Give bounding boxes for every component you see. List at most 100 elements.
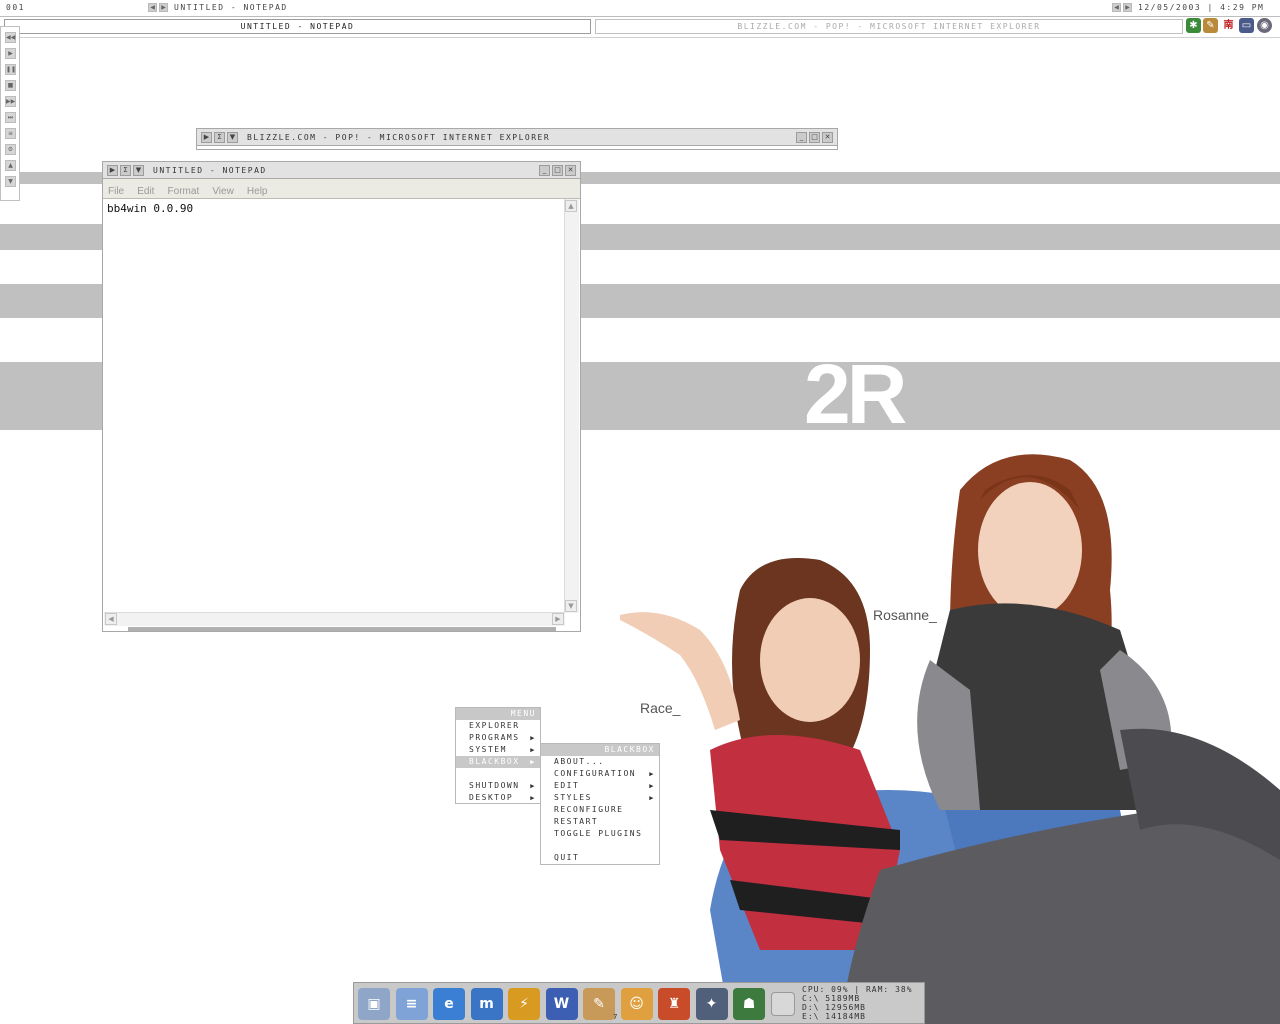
menu-item-about[interactable]: ABOUT... — [541, 756, 659, 768]
window-next-button[interactable]: ▶ — [1123, 3, 1132, 12]
settings-icon[interactable]: ⚙ — [5, 144, 16, 155]
minimize-icon[interactable]: _ — [796, 132, 807, 143]
menu-item-configuration[interactable]: CONFIGURATION ▶ — [541, 768, 659, 780]
blackbox-menu-header: BLACKBOX — [541, 744, 659, 756]
task-tab-notepad[interactable]: UNTITLED - NOTEPAD — [4, 19, 591, 34]
menu-edit[interactable]: Edit — [137, 186, 154, 197]
counter-strike-icon[interactable]: ✦ — [695, 988, 728, 1020]
pause-icon[interactable]: ❚❚ — [5, 64, 16, 75]
window-menu-icon[interactable]: ▶ — [107, 165, 118, 176]
menu-item-programs[interactable]: PROGRAMS ▶ — [456, 732, 540, 744]
my-computer-icon[interactable]: ▣ — [358, 988, 390, 1020]
menu-item-styles[interactable]: STYLES ▶ — [541, 792, 659, 804]
label-rosanne: Rosanne_ — [873, 607, 937, 623]
menu-item-system[interactable]: SYSTEM ▶ — [456, 744, 540, 756]
maximize-icon[interactable]: □ — [552, 165, 563, 176]
pencil-icon[interactable]: ✎ — [1203, 18, 1218, 33]
skip-icon[interactable]: ⏭ — [5, 112, 16, 123]
task-tab-label: UNTITLED - NOTEPAD — [240, 22, 355, 31]
menu-item-shutdown[interactable]: SHUTDOWN ▶ — [456, 780, 540, 792]
empty-slot-icon[interactable] — [770, 992, 795, 1016]
menu-item-reconfigure[interactable]: RECONFIGURE — [541, 804, 659, 816]
ie-titlebar[interactable]: ▶ Σ ▼ BLIZZLE.COM - POP! - MICROSOFT INT… — [197, 129, 837, 146]
vertical-scrollbar[interactable]: ▲ ▼ — [564, 199, 579, 613]
notepad-window[interactable]: ▶ Σ ▼ UNTITLED - NOTEPAD _ □ ✕ File Edit… — [102, 161, 581, 632]
dock-badge: 7 — [613, 1013, 618, 1021]
scroll-right-icon[interactable]: ▶ — [552, 613, 564, 625]
submenu-arrow-icon: ▶ — [649, 782, 655, 790]
notepad-text-area[interactable]: bb4win 0.0.90 — [104, 199, 565, 613]
menu-help[interactable]: Help — [247, 186, 268, 197]
volume-up-icon[interactable]: ▲ — [5, 160, 16, 171]
network-icon[interactable]: ✱ — [1186, 18, 1201, 33]
window-resize-grip[interactable] — [128, 627, 556, 631]
menu-file[interactable]: File — [108, 186, 124, 197]
clock[interactable]: 12/05/2003 | 4:29 PM — [1138, 3, 1264, 12]
drive-d-readout: D:\ 12956MB — [802, 1003, 866, 1012]
menu-item-quit[interactable]: QUIT — [541, 852, 659, 864]
ie-window-title: BLIZZLE.COM - POP! - MICROSOFT INTERNET … — [247, 133, 551, 142]
submenu-arrow-icon: ▶ — [530, 782, 536, 790]
sticky-icon[interactable]: Σ — [120, 165, 131, 176]
messenger-icon[interactable]: ☺ — [620, 988, 653, 1020]
speaker-icon[interactable]: ◉ — [1257, 18, 1272, 33]
word-icon[interactable]: W — [545, 988, 578, 1020]
blackbox-menu: BLACKBOX ABOUT... CONFIGURATION ▶ EDIT ▶ S… — [540, 743, 660, 865]
menu-separator — [456, 768, 540, 780]
window-menu-icon[interactable]: ▶ — [201, 132, 212, 143]
notepad-icon[interactable]: ≡ — [395, 988, 428, 1020]
maximize-icon[interactable]: □ — [809, 132, 820, 143]
play-icon[interactable]: ▶ — [5, 48, 16, 59]
menu-item-explorer[interactable]: EXPLORER — [456, 720, 540, 732]
close-icon[interactable]: ✕ — [822, 132, 833, 143]
scroll-left-icon[interactable]: ◀ — [105, 613, 117, 625]
submenu-arrow-icon: ▶ — [649, 794, 655, 802]
menu-item-blackbox[interactable]: BLACKBOX ▶ — [456, 756, 540, 768]
playlist-icon[interactable]: ≡ — [5, 128, 16, 139]
chinese-ime-icon[interactable]: 南 — [1221, 18, 1236, 33]
shade-icon[interactable]: ▼ — [227, 132, 238, 143]
warcraft-icon[interactable]: ☗ — [733, 988, 765, 1020]
ie-window[interactable]: ▶ Σ ▼ BLIZZLE.COM - POP! - MICROSOFT INT… — [196, 128, 838, 150]
maxthon-icon[interactable]: m — [470, 988, 503, 1020]
paint-icon[interactable]: ✎ — [583, 988, 615, 1020]
shade-icon[interactable]: ▼ — [133, 165, 144, 176]
drive-e-readout: E:\ 14184MB — [802, 1012, 866, 1021]
active-window-title: UNTITLED - NOTEPAD — [174, 3, 288, 12]
winamp-icon[interactable]: ⚡ — [508, 988, 540, 1020]
monitor-icon[interactable]: ▭ — [1239, 18, 1254, 33]
submenu-arrow-icon: ▶ — [530, 758, 536, 766]
window-prev-button[interactable]: ◀ — [1112, 3, 1121, 12]
menu-item-edit[interactable]: EDIT ▶ — [541, 780, 659, 792]
workspace-prev-button[interactable]: ◀ — [148, 3, 157, 12]
menu-item-toggle-plugins[interactable]: TOGGLE PLUGINS — [541, 828, 659, 840]
close-icon[interactable]: ✕ — [565, 165, 576, 176]
task-tab-ie[interactable]: BLIZZLE.COM - POP! - MICROSOFT INTERNET … — [595, 19, 1183, 34]
scroll-down-icon[interactable]: ▼ — [565, 600, 577, 612]
drive-c-readout: C:\ 5189MB — [802, 994, 861, 1003]
notepad-titlebar[interactable]: ▶ Σ ▼ UNTITLED - NOTEPAD _ □ ✕ — [103, 162, 580, 179]
top-toolbar: 001 ◀ ▶ UNTITLED - NOTEPAD ◀ ▶ 12/05/200… — [0, 0, 1280, 17]
menu-view[interactable]: View — [212, 186, 234, 197]
sticky-icon[interactable]: Σ — [214, 132, 225, 143]
scroll-up-icon[interactable]: ▲ — [565, 200, 577, 212]
workspace-label[interactable]: 001 — [6, 3, 25, 12]
horizontal-scrollbar[interactable]: ◀ ▶ — [104, 612, 565, 626]
fast-forward-icon[interactable]: ▶▶ — [5, 96, 16, 107]
dock: ▣ ≡ e m ⚡ W ✎ ☺ ♜ ✦ ☗ 7 CPU: 09% | RAM: 38% C:\ 51… — [353, 982, 925, 1024]
notepad-menubar: File Edit Format View Help — [103, 179, 580, 199]
menu-item-desktop[interactable]: DESKTOP ▶ — [456, 792, 540, 804]
notepad-text: bb4win 0.0.90 — [107, 202, 194, 215]
stop-icon[interactable]: ■ — [5, 80, 16, 91]
menu-format[interactable]: Format — [168, 186, 200, 197]
minimize-icon[interactable]: _ — [539, 165, 550, 176]
rewind-icon[interactable]: ◀◀ — [5, 32, 16, 43]
volume-down-icon[interactable]: ▼ — [5, 176, 16, 187]
internet-explorer-icon[interactable]: e — [433, 988, 465, 1020]
workspace-next-button[interactable]: ▶ — [159, 3, 168, 12]
submenu-arrow-icon: ▶ — [530, 734, 536, 742]
media-toolbar: ◀◀ ▶ ❚❚ ■ ▶▶ ⏭ ≡ ⚙ ▲ ▼ — [0, 26, 20, 201]
menu-item-restart[interactable]: RESTART — [541, 816, 659, 828]
game-icon[interactable]: ♜ — [658, 988, 690, 1020]
wallpaper-title: 2R — [804, 347, 907, 441]
